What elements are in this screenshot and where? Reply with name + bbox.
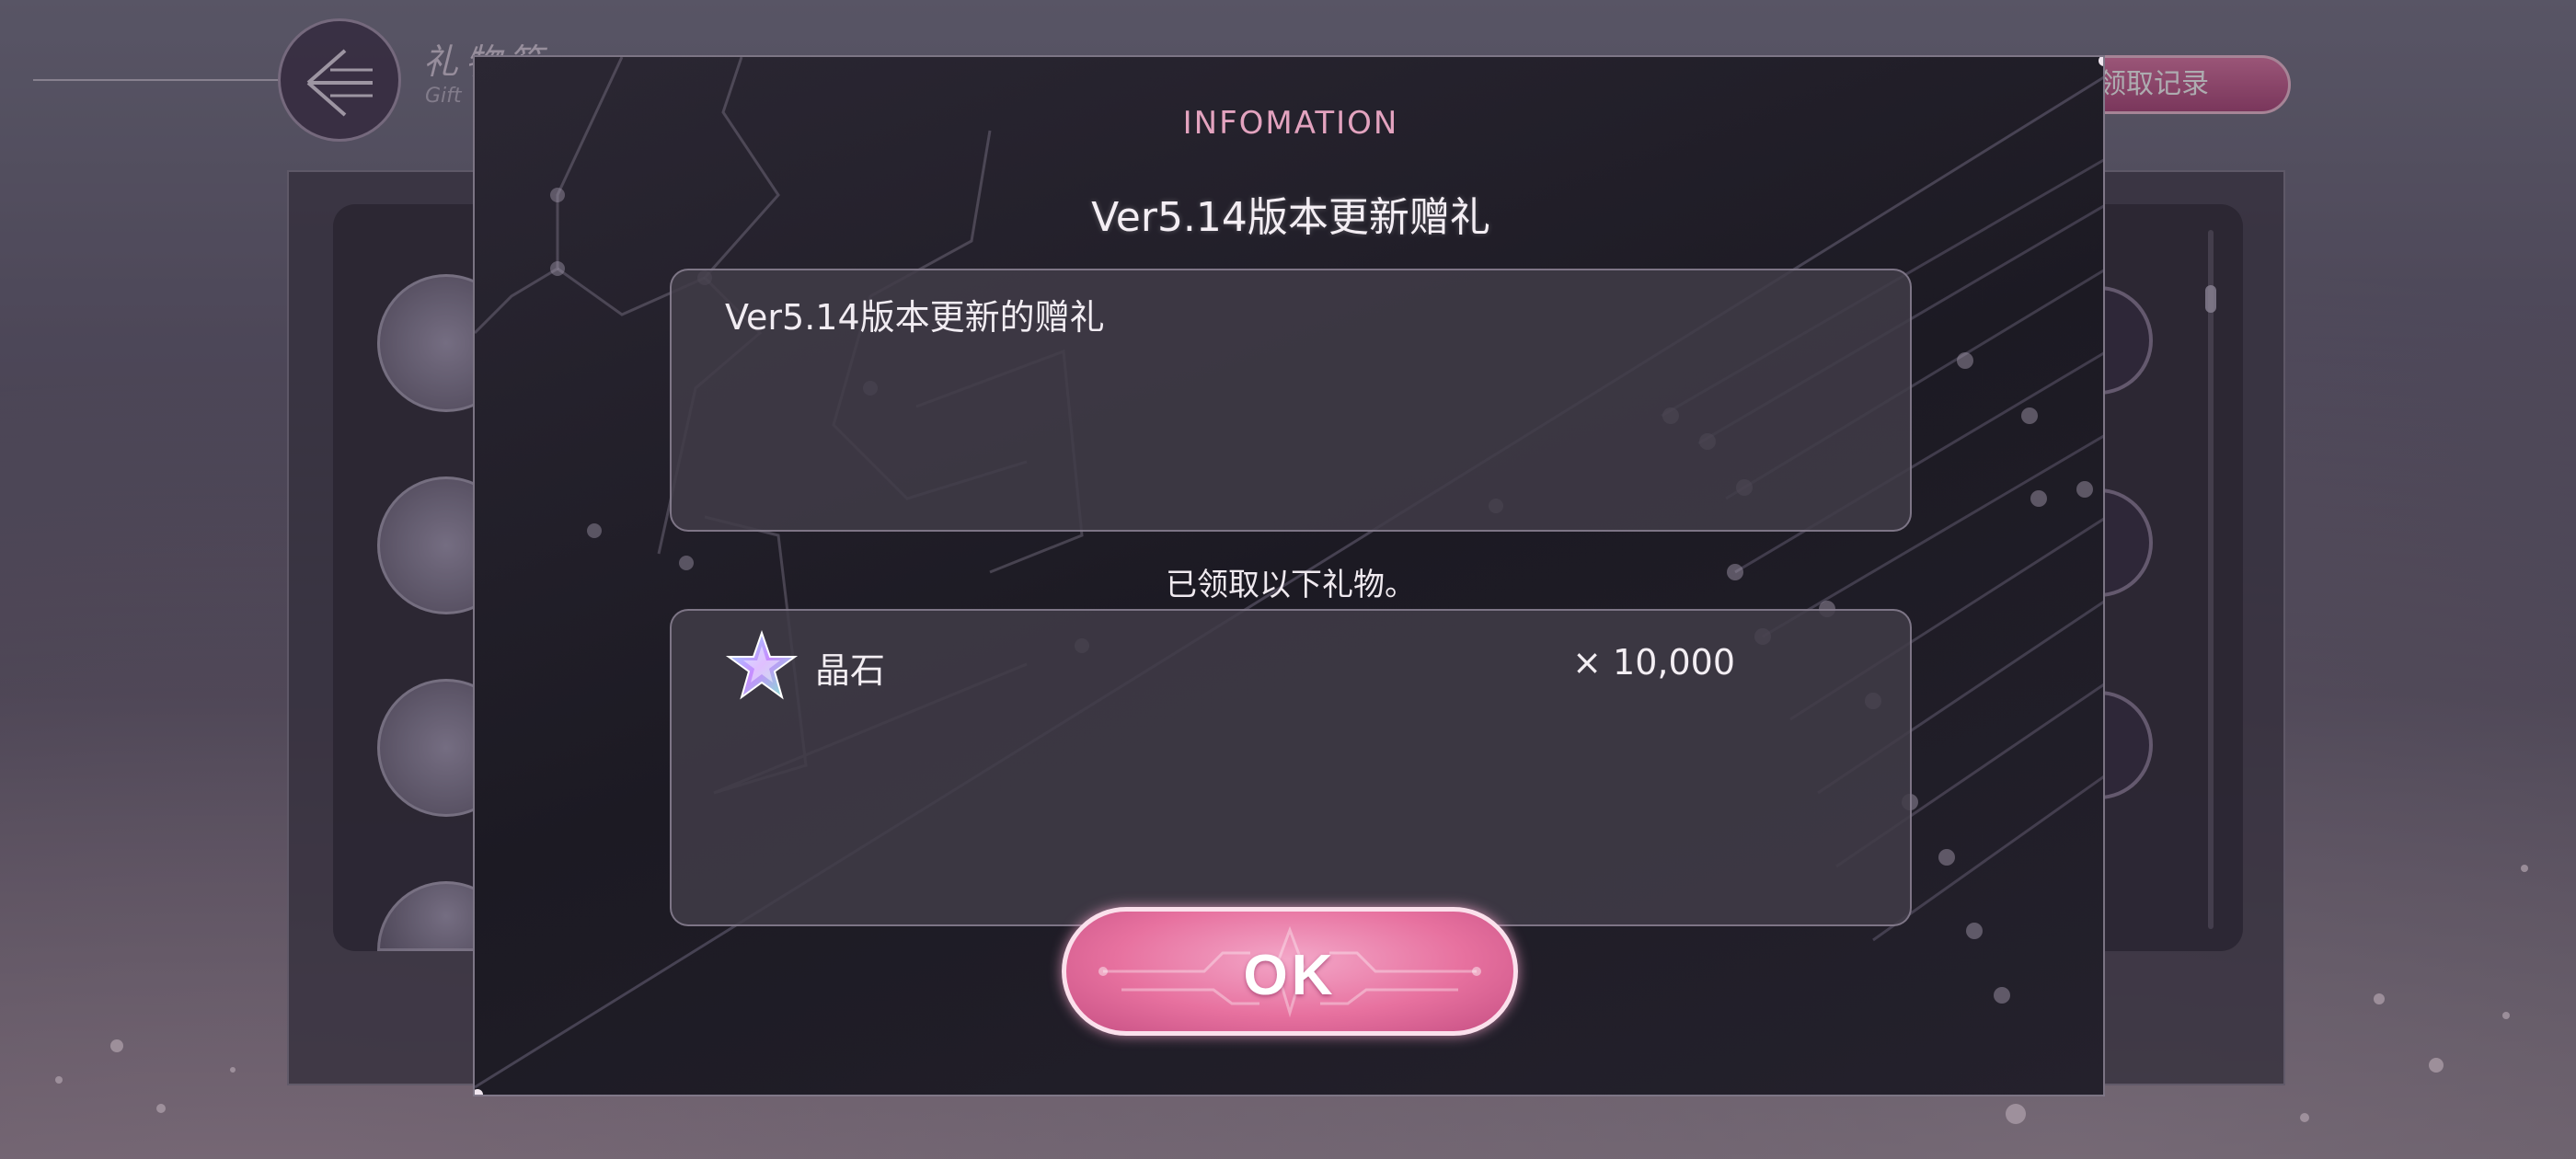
- dialog-title: Ver5.14版本更新赠礼: [1091, 194, 1490, 241]
- reward-quantity: × 10,000: [1572, 642, 1735, 683]
- reward-name: 晶石: [815, 650, 886, 691]
- description-box: Ver5.14版本更新的赠礼: [670, 269, 1912, 532]
- description-text: Ver5.14版本更新的赠礼: [725, 297, 1105, 338]
- information-dialog: INFOMATION Ver5.14版本更新赠礼 Ver5.14版本更新的赠礼 …: [473, 55, 2105, 1096]
- ok-button[interactable]: OK: [1062, 907, 1518, 1036]
- reward-list: 晶石 × 10,000: [670, 609, 1912, 926]
- reward-item: 晶石 × 10,000: [672, 611, 1910, 721]
- received-label: 已领取以下礼物。: [1166, 567, 1416, 603]
- dialog-heading: INFOMATION: [1182, 105, 1399, 142]
- ok-button-label: OK: [1243, 944, 1337, 1007]
- star-crystal-icon: [725, 629, 799, 700]
